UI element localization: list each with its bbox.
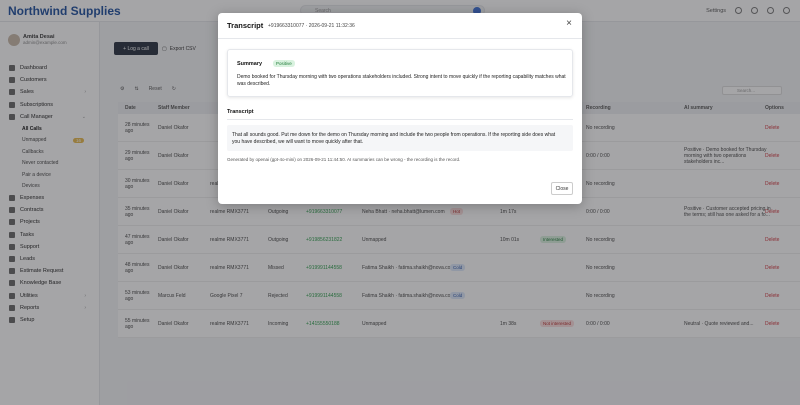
close-icon[interactable]: ×: [566, 19, 572, 29]
transcript-label: Transcript: [227, 109, 254, 115]
transcript-text: That all sounds good. Put me down for th…: [232, 132, 556, 145]
summary-card: Summary Positive Demo booked for Thursda…: [227, 49, 573, 97]
modal-subtitle: +919663310077 · 2026-09-21 11:32:36: [268, 23, 355, 29]
modal-title: Transcript: [227, 21, 264, 30]
transcript-box: That all sounds good. Put me down for th…: [227, 125, 573, 151]
summary-label: Summary: [237, 61, 263, 67]
divider: [218, 38, 582, 39]
close-button[interactable]: Close: [551, 182, 573, 195]
transcript-modal: Transcript +919663310077 · 2026-09-21 11…: [218, 13, 582, 204]
summary-text: Demo booked for Thursday morning with tw…: [237, 74, 566, 87]
generated-note: Generated by openai (gpt-4o-mini) on 202…: [227, 157, 461, 162]
divider: [227, 119, 573, 120]
sentiment-badge: Positive: [273, 60, 295, 67]
